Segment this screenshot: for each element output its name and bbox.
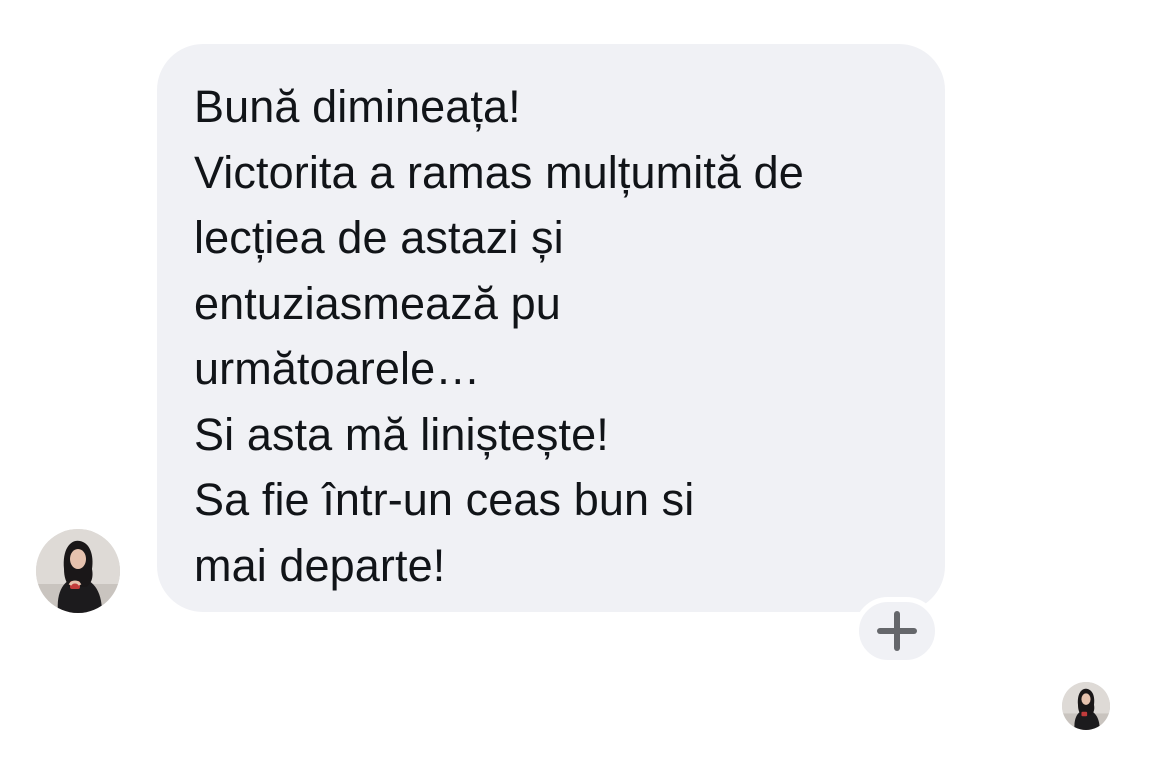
message-line: Bună dimineața! bbox=[194, 81, 521, 132]
message-bubble[interactable]: Bună dimineața! Victorita a ramas mulțum… bbox=[157, 44, 945, 612]
chat-thread: Bună dimineața! Victorita a ramas mulțum… bbox=[0, 0, 1170, 763]
avatar-photo-icon bbox=[36, 529, 120, 613]
message-line: lecțiea de astazi și bbox=[194, 212, 564, 263]
message-line: următoarele… bbox=[194, 343, 481, 394]
message-line: Si asta mă liniștește! bbox=[194, 408, 609, 460]
add-reaction-button[interactable] bbox=[854, 597, 940, 665]
sender-avatar[interactable] bbox=[36, 529, 120, 613]
plus-icon bbox=[877, 611, 917, 651]
message-line: entuziasmează pu bbox=[194, 277, 561, 329]
message-line: Victorita a ramas mulțumită de bbox=[194, 146, 804, 198]
avatar-photo-icon bbox=[1062, 682, 1110, 730]
message-line: Sa fie într-un ceas bun si bbox=[194, 474, 695, 525]
read-receipt-avatar bbox=[1062, 682, 1110, 730]
message-line: mai departe! bbox=[194, 539, 446, 591]
